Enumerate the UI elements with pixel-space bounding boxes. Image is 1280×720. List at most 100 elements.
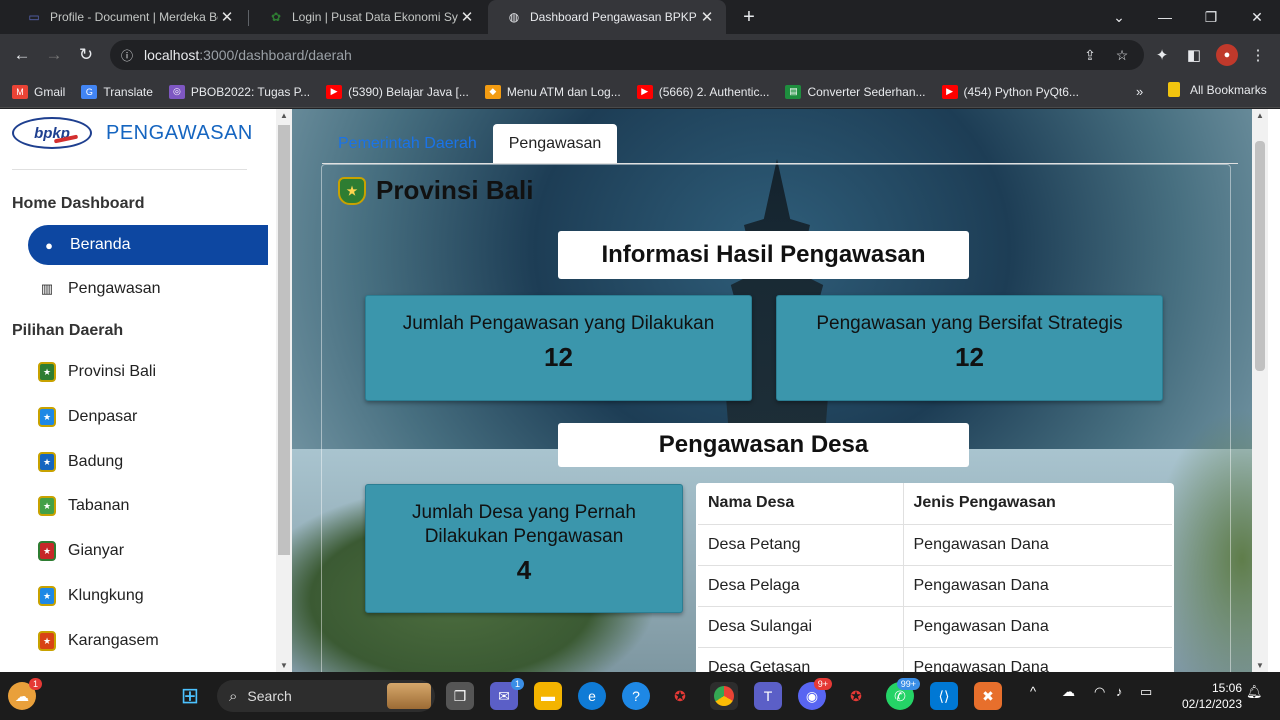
bookmarks-bar: M Gmail G Translate ◎ PBOB2022: Tugas P... … bbox=[0, 76, 1280, 108]
new-tab-button[interactable]: + bbox=[736, 4, 762, 30]
tab-pemerintah-daerah[interactable]: Pemerintah Daerah bbox=[322, 124, 493, 164]
bookmark-star-icon[interactable]: ☆ bbox=[1108, 40, 1136, 70]
globe-icon: ◍ bbox=[508, 10, 520, 24]
brand-title: PENGAWASAN bbox=[106, 121, 253, 144]
sidebar-item-karangasem[interactable]: ★ Karangasem bbox=[28, 621, 268, 661]
tabanan-crest-icon: ★ bbox=[38, 496, 56, 516]
teams-chat-icon[interactable]: ✉ 1 bbox=[490, 678, 524, 710]
youtube-icon: ▶ bbox=[636, 84, 653, 99]
bookmark-translate[interactable]: G Translate bbox=[81, 84, 153, 99]
scroll-up-arrow-icon[interactable]: ▲ bbox=[1252, 111, 1268, 120]
sidebar-item-label: Gianyar bbox=[68, 542, 125, 559]
sidebar-item-gianyar[interactable]: ★ Gianyar bbox=[28, 531, 268, 571]
teams-icon[interactable]: T bbox=[754, 682, 782, 710]
sidebar-item-pengawasan[interactable]: ▥ Pengawasan bbox=[28, 269, 268, 309]
bookmark-atm[interactable]: ◆ Menu ATM dan Log... bbox=[484, 84, 621, 99]
task-view-icon[interactable]: ❐ bbox=[446, 682, 474, 710]
whatsapp-badge: 99+ bbox=[896, 678, 920, 690]
clock[interactable]: 15:06 02/12/2023 bbox=[1172, 680, 1242, 712]
windows-start-icon[interactable]: ⊞ bbox=[176, 682, 204, 710]
help-icon[interactable]: ? bbox=[622, 682, 650, 710]
sidebar-item-label: Denpasar bbox=[68, 408, 138, 425]
close-tab-icon[interactable]: ✕ bbox=[698, 8, 716, 26]
battery-icon[interactable]: ▭ bbox=[1140, 684, 1152, 700]
sidebar-item-provinsi-bali[interactable]: ★ Provinsi Bali bbox=[28, 352, 268, 392]
weather-widget-icon[interactable]: ☁ 1 bbox=[8, 678, 42, 710]
bookmark-gmail[interactable]: M Gmail bbox=[12, 84, 65, 99]
tray-overflow-chevron-icon[interactable]: ^ bbox=[1030, 684, 1036, 699]
sidebar-item-label: Badung bbox=[68, 453, 124, 470]
translate-icon: G bbox=[81, 84, 98, 99]
brand[interactable]: bpkp PENGAWASAN bbox=[12, 117, 253, 149]
extensions-icon[interactable]: ✦ bbox=[1148, 41, 1176, 69]
sidebar-item-klungkung[interactable]: ★ Klungkung bbox=[28, 576, 268, 616]
notification-bell-icon[interactable]: 🔔︎ bbox=[1246, 684, 1263, 700]
browser-tab-dashboard[interactable]: ◍ Dashboard Pengawasan BPKP ✕ bbox=[488, 0, 726, 34]
sidebar-item-badung[interactable]: ★ Badung bbox=[28, 442, 268, 482]
tab-pengawasan[interactable]: Pengawasan bbox=[492, 124, 618, 164]
file-explorer-icon[interactable]: ▬ bbox=[534, 682, 562, 710]
share-icon[interactable]: ⇪ bbox=[1076, 40, 1104, 70]
side-panel-icon[interactable]: ◧ bbox=[1180, 41, 1208, 69]
whatsapp-icon[interactable]: ✆ 99+ bbox=[886, 678, 920, 710]
youtube-icon: ▶ bbox=[326, 84, 343, 99]
clock-date: 02/12/2023 bbox=[1181, 697, 1242, 711]
sidebar-scroll-thumb[interactable] bbox=[278, 125, 290, 555]
page-scroll-thumb[interactable] bbox=[1255, 141, 1265, 371]
close-window-button[interactable]: ✕ bbox=[1234, 0, 1280, 34]
cloud-sync-icon[interactable]: ☁ bbox=[1062, 684, 1075, 700]
minimize-button[interactable]: — bbox=[1142, 0, 1188, 34]
close-tab-icon[interactable]: ✕ bbox=[458, 8, 476, 26]
sidebar-item-denpasar[interactable]: ★ Denpasar bbox=[28, 397, 268, 437]
all-bookmarks-button[interactable]: All Bookmarks bbox=[1168, 82, 1267, 97]
tab-search-chevron-icon[interactable]: ⌄ bbox=[1096, 0, 1142, 34]
restore-button[interactable]: ❐ bbox=[1188, 0, 1234, 34]
scroll-up-arrow-icon[interactable]: ▲ bbox=[276, 111, 292, 120]
app-red-icon[interactable]: ✪ bbox=[666, 682, 694, 710]
volume-icon[interactable]: ♪ bbox=[1116, 684, 1123, 699]
more-bookmarks-button[interactable]: » bbox=[1136, 84, 1143, 99]
address-bar[interactable]: ⓘ localhost :3000/dashboard/daerah ⇪ ☆ bbox=[110, 40, 1144, 70]
bookmark-java[interactable]: ▶ (5390) Belajar Java [... bbox=[326, 84, 469, 99]
taskbar-search[interactable]: ⌕ Search bbox=[217, 680, 435, 712]
section-home-dashboard: Home Dashboard bbox=[12, 195, 145, 212]
user-icon: ● bbox=[45, 237, 53, 253]
xampp-icon[interactable]: ✖ bbox=[974, 682, 1002, 710]
reload-button[interactable]: ↻ bbox=[72, 41, 100, 69]
close-tab-icon[interactable]: ✕ bbox=[218, 8, 236, 26]
page-scrollbar[interactable]: ▲ ▼ bbox=[1252, 109, 1268, 672]
edge-browser-icon[interactable]: e bbox=[578, 682, 606, 710]
bookmark-pbob[interactable]: ◎ PBOB2022: Tugas P... bbox=[168, 84, 310, 99]
sidebar-scrollbar[interactable]: ▲ ▼ bbox=[276, 109, 292, 672]
url-host: localhost bbox=[144, 47, 200, 63]
scroll-down-arrow-icon[interactable]: ▼ bbox=[276, 661, 292, 670]
bookmark-converter[interactable]: ▤ Converter Sederhan... bbox=[785, 84, 926, 99]
sidebar-item-tabanan[interactable]: ★ Tabanan bbox=[28, 486, 268, 526]
sidebar-item-label: Pengawasan bbox=[68, 280, 161, 297]
table-row: Desa Pelaga Pengawasan Dana bbox=[698, 565, 1172, 607]
gmail-icon: M bbox=[12, 84, 28, 99]
bookmark-auth[interactable]: ▶ (5666) 2. Authentic... bbox=[636, 84, 769, 99]
forward-button[interactable]: → bbox=[40, 41, 68, 69]
site-info-icon[interactable]: ⓘ bbox=[110, 47, 144, 64]
desa-heading: Pengawasan Desa bbox=[558, 423, 969, 467]
discord-icon[interactable]: ◉ 9+ bbox=[798, 678, 832, 710]
back-button[interactable]: ← bbox=[8, 41, 36, 69]
taskbar: ☁ 1 ⊞ ⌕ Search ❐ ✉ 1 ▬ e ? ✪ T ◉ 9+ ✪ ✆ 99+ … bbox=[0, 672, 1280, 720]
widget-badge: 1 bbox=[28, 678, 42, 690]
menu-kebab-icon[interactable]: ⋮ bbox=[1244, 41, 1272, 69]
table-cell: Pengawasan Dana bbox=[903, 565, 1172, 607]
wifi-icon[interactable]: ◠ bbox=[1094, 684, 1105, 700]
chrome-icon[interactable] bbox=[710, 682, 738, 710]
sidebar: bpkp PENGAWASAN Home Dashboard ● Beranda… bbox=[0, 109, 276, 672]
sidebar-item-beranda[interactable]: ● Beranda bbox=[28, 225, 268, 265]
app-red-icon[interactable]: ✪ bbox=[842, 682, 870, 710]
profile-avatar[interactable]: ● bbox=[1216, 44, 1238, 66]
vscode-icon[interactable]: ⟨⟩ bbox=[930, 682, 958, 710]
provinsi-bali-crest-icon: ★ bbox=[38, 362, 56, 382]
scroll-down-arrow-icon[interactable]: ▼ bbox=[1252, 661, 1268, 670]
browser-tab-profile[interactable]: ▭ Profile - Document | Merdeka Be ✕ bbox=[8, 0, 246, 34]
bookmark-pyqt[interactable]: ▶ (454) Python PyQt6... bbox=[941, 84, 1079, 99]
stat-card-strategis: Pengawasan yang Bersifat Strategis 12 bbox=[776, 295, 1163, 401]
browser-tab-login[interactable]: ✿ Login | Pusat Data Ekonomi Syar ✕ bbox=[250, 0, 486, 34]
